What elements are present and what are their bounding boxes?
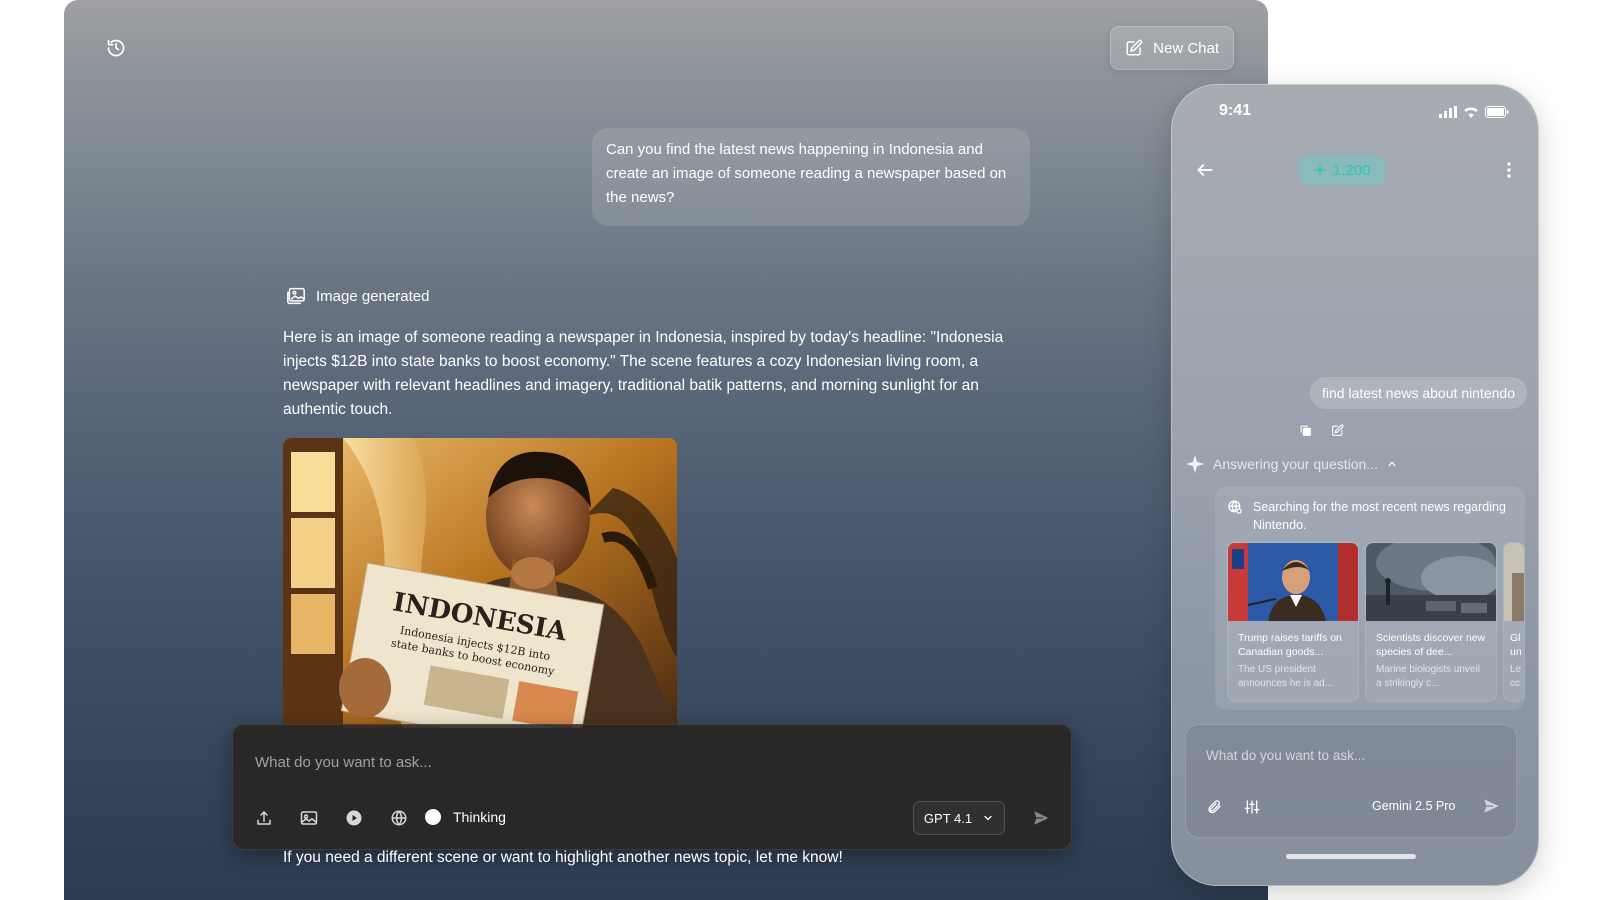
sparkle-icon	[1314, 164, 1326, 176]
wifi-icon	[1464, 107, 1478, 118]
settings-sliders-button[interactable]	[1242, 797, 1262, 817]
video-button[interactable]	[343, 807, 365, 829]
chevron-up-icon	[1388, 461, 1396, 467]
history-icon	[107, 39, 125, 57]
credits-badge[interactable]: 1,200	[1299, 155, 1385, 185]
model-name: GPT 4.1	[923, 810, 973, 826]
send-button[interactable]	[1030, 807, 1052, 829]
news-title: Gl un	[1510, 632, 1522, 658]
search-status-text: Searching for the most recent news regar…	[1253, 500, 1506, 532]
arrow-left-icon	[1197, 164, 1213, 176]
send-icon	[1484, 799, 1499, 813]
news-card[interactable]: Gl un Le cc	[1503, 542, 1525, 702]
battery-icon	[1485, 106, 1509, 118]
globe-icon	[391, 810, 407, 826]
phone-model-select[interactable]: Gemini 2.5 Pro	[1372, 799, 1455, 813]
search-results-card: Searching for the most recent news regar…	[1215, 486, 1525, 710]
more-options-button[interactable]	[1497, 158, 1521, 182]
image-icon	[287, 287, 305, 305]
send-icon	[1034, 811, 1049, 825]
sliders-icon	[1244, 800, 1260, 814]
thinking-label: Thinking	[453, 809, 506, 825]
home-indicator[interactable]	[1286, 854, 1416, 859]
assistant-followup: If you need a different scene or want to…	[283, 849, 843, 866]
sparkle-icon	[1185, 454, 1205, 474]
status-time: 9:41	[1219, 102, 1252, 119]
model-select[interactable]: GPT 4.1	[913, 801, 1005, 835]
prompt-input[interactable]	[253, 753, 1037, 772]
phone-prompt-input[interactable]	[1204, 747, 1498, 764]
new-chat-button[interactable]: New Chat	[1110, 26, 1234, 70]
new-chat-label: New Chat	[1153, 39, 1219, 57]
image-button[interactable]	[298, 807, 320, 829]
image-generated-label: Image generated	[286, 287, 429, 305]
globe-search-icon	[1228, 500, 1242, 514]
edit-message-button[interactable]	[1329, 422, 1345, 438]
news-card[interactable]: Scientists discover new species of dee..…	[1365, 542, 1497, 702]
phone-send-button[interactable]	[1480, 795, 1502, 817]
paperclip-icon	[1208, 800, 1221, 814]
image-icon	[300, 811, 318, 825]
search-status: Searching for the most recent news regar…	[1227, 498, 1507, 534]
credits-value: 1,200	[1333, 161, 1371, 179]
play-icon	[346, 810, 362, 826]
thinking-toggle[interactable]: Thinking	[425, 809, 506, 825]
news-thumbnail	[1366, 543, 1496, 621]
news-description: Le cc	[1510, 664, 1522, 689]
news-carousel: Trump raises tariffs on Canadian goods..…	[1227, 542, 1525, 702]
edit-icon	[1331, 423, 1344, 436]
history-button[interactable]	[104, 36, 128, 60]
web-search-button[interactable]	[388, 807, 410, 829]
copy-button[interactable]	[1297, 422, 1313, 438]
toggle-indicator	[425, 809, 441, 825]
composer: Thinking GPT 4.1	[232, 724, 1072, 850]
status-icons	[1439, 106, 1509, 118]
answering-status[interactable]: Answering your question...	[1185, 454, 1398, 474]
news-card[interactable]: Trump raises tariffs on Canadian goods..…	[1227, 542, 1359, 702]
more-vertical-icon	[1507, 162, 1511, 178]
upload-icon	[257, 811, 271, 825]
news-title: Trump raises tariffs on Canadian goods..…	[1238, 632, 1342, 658]
phone-composer: Gemini 2.5 Pro	[1185, 724, 1517, 838]
signal-icon	[1439, 106, 1457, 118]
mobile-phone-mockup: 9:41 1,200 find latest news about ninten…	[1171, 84, 1539, 886]
chevron-down-icon	[984, 815, 992, 821]
news-thumbnail	[1504, 543, 1524, 621]
assistant-message: Here is an image of someone reading a ne…	[283, 329, 1004, 418]
news-thumbnail	[1228, 543, 1358, 621]
upload-button[interactable]	[253, 807, 275, 829]
phone-user-message: find latest news about nintendo	[1309, 377, 1527, 409]
generated-image[interactable]: INDONESIA Indonesia injects $12B into st…	[283, 438, 677, 728]
user-message-bubble: Can you find the latest news happening i…	[592, 128, 1030, 226]
attach-button[interactable]	[1204, 797, 1224, 817]
message-actions	[1297, 422, 1345, 438]
answering-label: Answering your question...	[1213, 456, 1378, 472]
news-description: The US president announces he is ad...	[1238, 664, 1334, 689]
edit-icon	[1126, 39, 1143, 56]
news-title: Scientists discover new species of dee..…	[1376, 632, 1486, 658]
desktop-chat-window: New Chat Can you find the latest news ha…	[64, 0, 1268, 900]
copy-icon	[1300, 425, 1311, 436]
news-description: Marine biologists unveil a strikingly c.…	[1376, 664, 1480, 689]
back-button[interactable]	[1193, 158, 1217, 182]
